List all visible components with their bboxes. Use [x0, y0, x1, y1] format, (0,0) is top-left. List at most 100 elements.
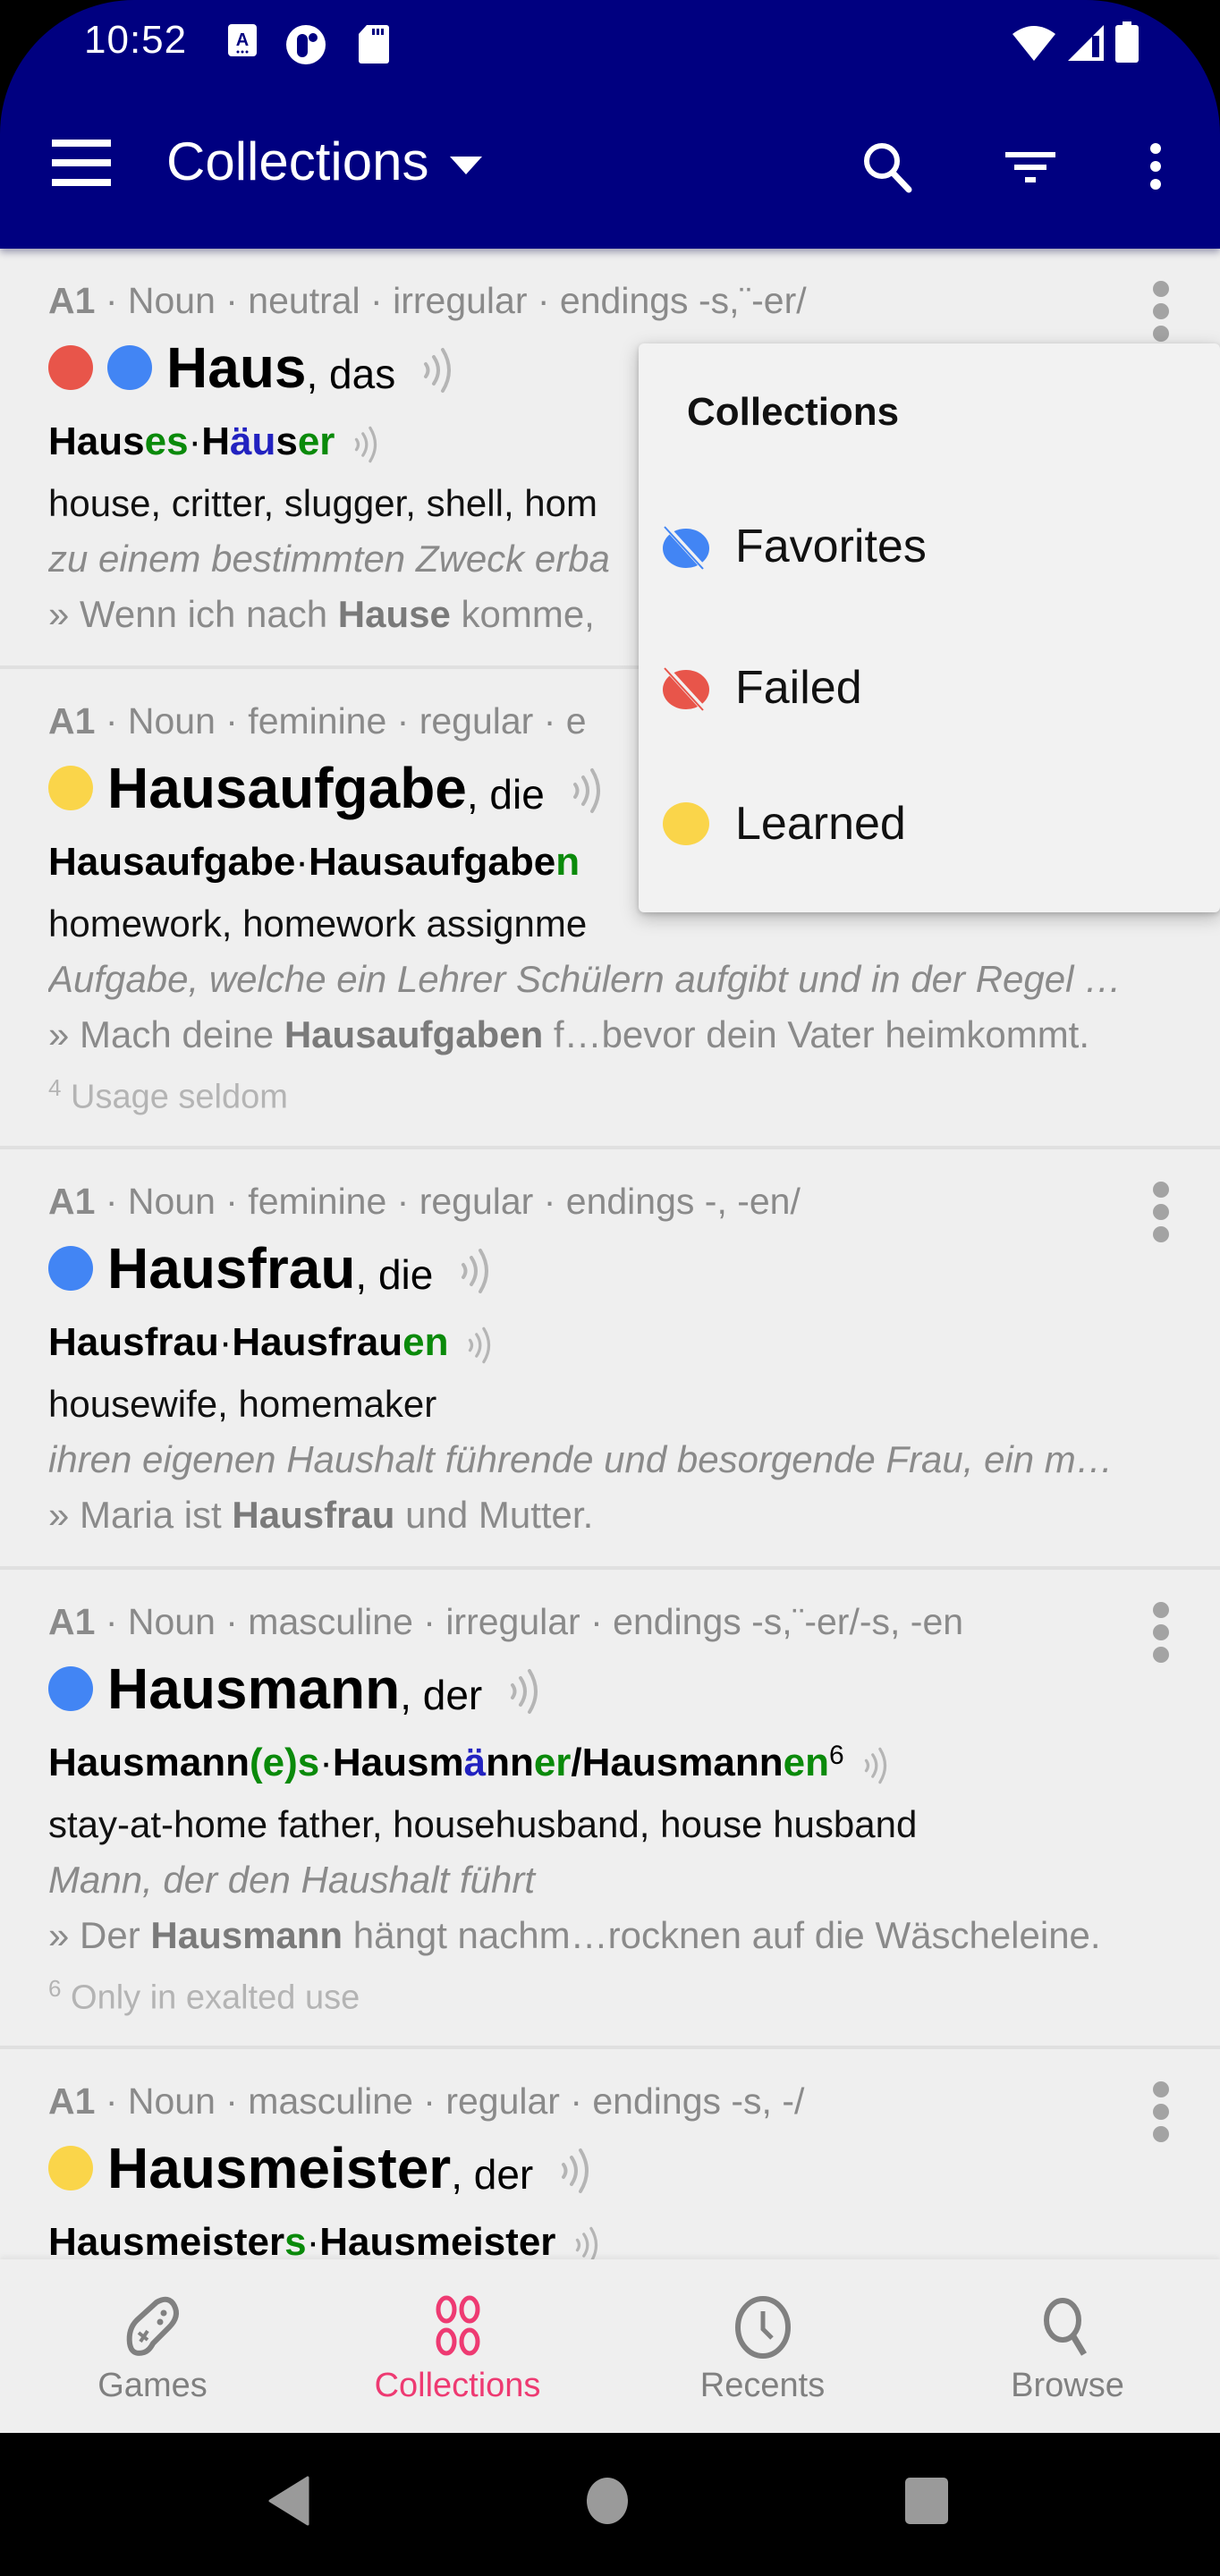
- speaker-icon[interactable]: [572, 2225, 602, 2259]
- entry-more-icon[interactable]: [1150, 2081, 1172, 2144]
- headword: Hausaufgabe: [107, 756, 467, 820]
- headword: Hausfrau: [107, 1235, 356, 1301]
- failed-remove-icon: [662, 664, 709, 711]
- app-notification-icon: [286, 25, 326, 64]
- popup-item-label: Favorites: [735, 521, 927, 572]
- entry-meta: A1 · Noun · feminine · regular · endings…: [48, 1180, 801, 1222]
- entry-more-icon[interactable]: [1150, 281, 1172, 343]
- definition: Mann, der den Haushalt führt: [48, 1858, 535, 1901]
- popup-item-favorites[interactable]: Favorites: [639, 479, 1220, 614]
- favorites-dot-icon: [48, 1665, 93, 1711]
- example-sentence: » Der Hausmann hängt nachm…rocknen auf d…: [48, 1913, 1101, 1956]
- inflected-forms: Hausfrau · Hausfrau en: [48, 1309, 1172, 1377]
- headword: Haus: [166, 335, 307, 400]
- list-item[interactable]: A1 · Noun · masculine · irregular · endi…: [0, 1570, 1220, 2050]
- usage-note: 4 Usage seldom: [48, 1074, 288, 1116]
- toolbar: Collections: [0, 86, 1220, 249]
- failed-dot-icon: [48, 345, 93, 390]
- nav-collections[interactable]: Collections: [305, 2259, 610, 2433]
- nav-recents[interactable]: Recents: [610, 2259, 915, 2433]
- recents-square-icon[interactable]: [903, 2476, 950, 2526]
- popup-item-failed[interactable]: Failed: [639, 621, 1220, 755]
- collections-popup-menu: Collections Favorites Failed Learned: [639, 343, 1220, 912]
- definition: ihren eigenen Haushalt führende und beso…: [48, 1437, 1114, 1480]
- article: , die: [355, 1250, 434, 1298]
- wifi-icon: [1012, 26, 1055, 61]
- hamburger-menu-icon[interactable]: [52, 140, 111, 190]
- speaker-icon[interactable]: [351, 425, 381, 464]
- article: , die: [466, 771, 545, 818]
- entry-more-icon[interactable]: [1150, 1601, 1172, 1665]
- example-sentence: » Maria ist Hausfrau und Mutter.: [48, 1493, 594, 1536]
- popup-title: Collections: [687, 390, 900, 434]
- phone-screen: 10:52 A Collections A1 · Noun · neutral …: [0, 0, 1220, 2576]
- entry-more-icon[interactable]: [1150, 1181, 1172, 1244]
- nav-label: Collections: [374, 2367, 541, 2404]
- cell-signal-icon: [1068, 25, 1104, 61]
- status-bar: 10:52 A: [0, 0, 1220, 86]
- usage-note: 6 Only in exalted use: [48, 1974, 360, 2017]
- sd-card-icon: [359, 25, 389, 64]
- favorites-dot-icon: [48, 1245, 93, 1291]
- popup-item-label: Learned: [735, 798, 906, 850]
- entry-meta: A1 · Noun · masculine · irregular · endi…: [48, 1600, 964, 1642]
- dropdown-caret-icon: [450, 156, 483, 174]
- nav-label: Games: [97, 2367, 208, 2404]
- favorites-dot-icon: [107, 345, 152, 390]
- translation: stay-at-home father, househusband, house…: [48, 1802, 918, 1845]
- nav-games[interactable]: Games: [0, 2259, 305, 2433]
- learned-dot-icon: [663, 802, 709, 845]
- system-navigation-bar: [0, 2433, 1220, 2576]
- search-icon: [1043, 2298, 1087, 2356]
- speaker-icon[interactable]: [860, 1746, 891, 1785]
- level-badge: A1: [48, 280, 96, 321]
- speaker-icon[interactable]: [568, 767, 606, 815]
- accessibility-a-icon: A: [228, 24, 257, 56]
- filter-icon[interactable]: [996, 132, 1064, 200]
- toolbar-title: Collections: [166, 131, 429, 191]
- article: , der: [451, 2151, 534, 2199]
- back-icon[interactable]: [265, 2476, 315, 2526]
- search-icon[interactable]: [853, 132, 921, 200]
- popup-item-learned[interactable]: Learned: [639, 757, 1220, 891]
- home-icon[interactable]: [585, 2476, 630, 2526]
- clock-icon: [734, 2296, 791, 2359]
- collections-dropdown[interactable]: Collections: [166, 131, 483, 192]
- headword: Hausmeister: [107, 2136, 452, 2201]
- inflected-forms: Hausmann (e)s · Hausm ä nn er / Hausmann en 6: [48, 1729, 1172, 1797]
- level-badge: A1: [48, 1180, 96, 1222]
- app-top-bar: 10:52 A Collections: [0, 0, 1220, 249]
- more-vert-icon[interactable]: [1122, 132, 1190, 200]
- battery-icon: [1115, 21, 1139, 63]
- popup-item-label: Failed: [735, 662, 862, 714]
- speaker-icon[interactable]: [456, 1247, 494, 1295]
- learned-dot-icon: [48, 766, 93, 810]
- headword: Hausmann: [107, 1656, 401, 1721]
- speaker-icon[interactable]: [505, 1667, 543, 1716]
- article: , der: [400, 1671, 483, 1718]
- level-badge: A1: [48, 700, 96, 741]
- learned-dot-icon: [48, 2146, 93, 2191]
- status-time: 10:52: [84, 18, 188, 62]
- speaker-icon[interactable]: [464, 1326, 495, 1365]
- list-item[interactable]: A1 · Noun · feminine · regular · endings…: [0, 1149, 1220, 1570]
- entry-meta: A1 · Noun · neutral · irregular · ending…: [48, 280, 807, 321]
- example-sentence: » Mach deine Hausaufgaben f…bevor dein V…: [48, 1013, 1090, 1055]
- bottom-navigation: Games Collections Recents Browse: [0, 2259, 1220, 2433]
- list-item[interactable]: A1 · Noun · masculine · regular · ending…: [0, 2049, 1220, 2259]
- definition: Aufgabe, welche ein Lehrer Schülern aufg…: [48, 958, 1123, 1000]
- entry-meta: A1 · Noun · masculine · regular · ending…: [48, 2080, 805, 2123]
- speaker-icon[interactable]: [419, 346, 456, 394]
- level-badge: A1: [48, 1600, 96, 1642]
- inflected-forms: Hausmeister s · Hausmeister: [48, 2208, 1172, 2259]
- translation: housewife, homemaker: [48, 1382, 437, 1425]
- speaker-icon[interactable]: [556, 2147, 594, 2195]
- nav-label: Recents: [699, 2367, 826, 2404]
- level-badge: A1: [48, 2080, 96, 2123]
- nav-browse[interactable]: Browse: [915, 2259, 1220, 2433]
- collections-grid-icon: [436, 2295, 479, 2356]
- favorites-remove-icon: [662, 522, 709, 570]
- gamepad-icon: [126, 2296, 179, 2356]
- svg-text:A: A: [236, 30, 249, 50]
- nav-label: Browse: [1011, 2367, 1124, 2404]
